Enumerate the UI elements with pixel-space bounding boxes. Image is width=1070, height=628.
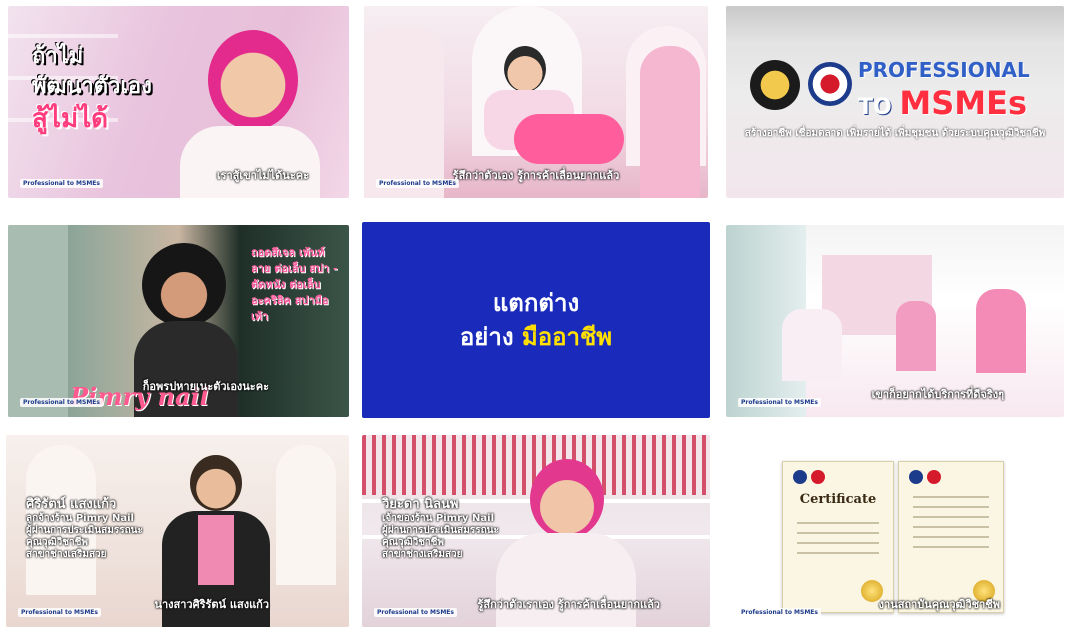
pink-cushion (514, 114, 624, 164)
role-line: คุณวุฒิวิชาชีพ (382, 537, 445, 548)
certificate-logo-icon (793, 470, 807, 484)
program-badge: Professional to MSMEs (18, 608, 101, 617)
certificate-text-line (913, 516, 989, 518)
headline-prefix: อย่าง (459, 323, 514, 351)
headline-line-1: แตกต่าง (492, 289, 580, 317)
certificate-text-line (797, 542, 879, 544)
person-image (142, 243, 226, 327)
role-line: สาขาช่างเสริมสวย (26, 549, 107, 560)
video-thumbnail-3[interactable]: PROFESSIONAL TO MSMEs สร้างอาชีพ เชื่อมต… (726, 6, 1064, 198)
role-line: ผู้ผ่านการประเมินสมรรถนะ (382, 525, 499, 536)
certificate-text-line (913, 546, 989, 548)
client-image (504, 46, 546, 92)
certificate-title: Certificate (799, 492, 877, 507)
program-badge: Professional to MSMEs (20, 179, 103, 188)
thumbnail-grid: ถ้าไม่ พัฒนาตัวเอง สู้ไม่ได้ เราสู้เขาไม… (0, 0, 1070, 628)
certificate-logo-icon (927, 470, 941, 484)
pink-shirt (198, 515, 234, 585)
video-thumbnail-6[interactable]: เขาก็อยากได้บริการที่ดีจริงๆ Professiona… (726, 225, 1064, 417)
name-line: ศิริรัตน์ แสงแก้ว (26, 497, 117, 512)
technician (896, 301, 936, 371)
person-image (190, 455, 242, 511)
video-thumbnail-9[interactable]: Certificate งานสถาบันคุณวุฒิวิชาชีพ Prof… (726, 435, 1064, 627)
role-line: เจ้าของร้าน Pimry Nail (382, 513, 495, 524)
overlay-line-3: สู้ไม่ได้ (32, 104, 109, 134)
government-seal-icon (750, 60, 800, 110)
subtitle: ก็อพรปหายเนะตัวเองนะคะ (142, 380, 269, 393)
certificate-text-line (797, 532, 879, 534)
name-line: วิยะดา นิลนพ (382, 497, 459, 512)
role-line: คุณวุฒิวิชาชีพ (26, 537, 89, 548)
program-badge: Professional to MSMEs (738, 398, 821, 407)
certificate-front: Certificate (782, 461, 894, 613)
service-list: ถอดสีเจล เพ้นท์ลาย ต่อเล็บ สปา - ตัดหนัง… (251, 246, 338, 323)
title-professional: PROFESSIONAL (858, 58, 1030, 82)
person-image (208, 30, 298, 130)
video-thumbnail-5[interactable]: แตกต่าง อย่าง มืออาชีพ (362, 222, 710, 418)
title-to-msmes: TO MSMEs (858, 84, 1027, 122)
tagline: สร้างอาชีพ เชื่อมตลาด เพิ่มรายได้ เพิ่มช… (744, 128, 1046, 139)
program-badge: Professional to MSMEs (738, 608, 821, 617)
chair-arch (276, 445, 336, 585)
role-line: สาขาช่างเสริมสวย (382, 549, 463, 560)
title-to: TO (858, 95, 892, 120)
headline-line-2: อย่าง มืออาชีพ (460, 320, 612, 354)
certificate-logo-icon (811, 470, 825, 484)
video-thumbnail-8[interactable]: วิยะดา นิลนพ เจ้าของร้าน Pimry Nail ผู้ผ… (362, 435, 710, 627)
role-line: ผู้ผ่านการประเมินสมรรถนะ (26, 525, 143, 536)
certificate-text-line (913, 526, 989, 528)
program-badge: Professional to MSMEs (374, 608, 457, 617)
person-image (530, 459, 604, 539)
certificate-text-line (797, 522, 879, 524)
headline-highlight: มืออาชีพ (521, 323, 613, 351)
role-line: ลูกจ้างร้าน Pimry Nail (26, 513, 134, 524)
video-thumbnail-4[interactable]: ถอดสีเจล เพ้นท์ลาย ต่อเล็บ สปา - ตัดหนัง… (8, 225, 349, 417)
ceiling (726, 6, 1064, 46)
title-msmes: MSMEs (899, 84, 1028, 122)
person-body (180, 126, 320, 198)
salon-chair (782, 309, 842, 381)
name-caption: วิยะดา นิลนพ เจ้าของร้าน Pimry Nail ผู้ผ… (382, 497, 499, 561)
name-caption: ศิริรัตน์ แสงแก้ว ลูกจ้างร้าน Pimry Nail… (26, 497, 143, 561)
program-badge: Professional to MSMEs (20, 398, 103, 407)
certificate-text-line (913, 536, 989, 538)
certificate-text-line (913, 496, 989, 498)
video-thumbnail-2[interactable]: รู้สึกว่าตัวเอง รู้การค้าเลื่อนยากแล้ว P… (364, 6, 708, 198)
technician (976, 289, 1026, 373)
institute-logo-icon (808, 62, 852, 106)
certificate-text-line (797, 552, 879, 554)
certificate-back (898, 461, 1004, 613)
program-badge: Professional to MSMEs (376, 179, 459, 188)
video-thumbnail-7[interactable]: ศิริรัตน์ แสงแก้ว ลูกจ้างร้าน Pimry Nail… (6, 435, 349, 627)
certificate-text-line (913, 506, 989, 508)
video-thumbnail-1[interactable]: ถ้าไม่ พัฒนาตัวเอง สู้ไม่ได้ เราสู้เขาไม… (8, 6, 349, 198)
certificate-logo-icon (909, 470, 923, 484)
